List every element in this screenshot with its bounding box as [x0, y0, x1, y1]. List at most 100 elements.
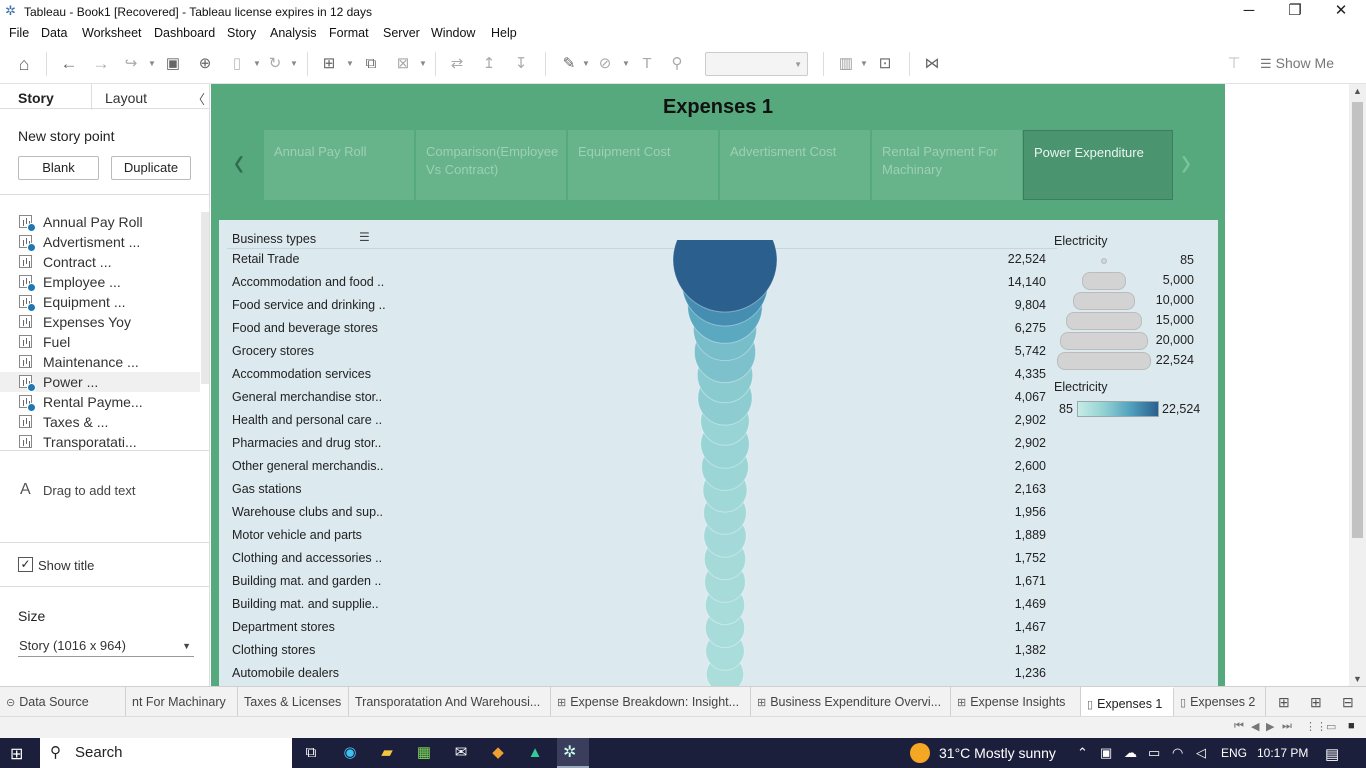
menu-story[interactable]: Story [227, 26, 256, 40]
row-label[interactable]: Retail Trade [232, 252, 299, 266]
pin-icon[interactable]: ⚲ [667, 54, 687, 74]
sheet-tab[interactable]: ⊞ Business Expenditure Overvi... [751, 687, 951, 717]
show-cards-icon[interactable]: ▥ [836, 54, 856, 74]
highlight-icon[interactable]: ✎ [559, 54, 579, 74]
tab-layout[interactable]: Layout [105, 90, 147, 106]
row-label[interactable]: Health and personal care .. [232, 413, 382, 427]
fit-dropdown[interactable]: ▼ [705, 52, 808, 76]
mail-icon[interactable]: ✉ [450, 742, 472, 764]
sheet-tab[interactable]: ▯ Expenses 2 [1174, 687, 1266, 717]
row-label[interactable]: Accommodation services [232, 367, 371, 381]
new-worksheet-icon[interactable]: ⊞ [319, 54, 339, 74]
row-label[interactable]: Building mat. and garden .. [232, 574, 381, 588]
clock[interactable]: 10:17 PM [1257, 746, 1308, 760]
app-icon[interactable]: ◆ [487, 742, 509, 764]
story-point[interactable]: Equipment Cost [568, 130, 718, 200]
sheet-tab[interactable]: Taxes & Licenses [238, 687, 349, 717]
weather-text[interactable]: 31°C Mostly sunny [939, 745, 1056, 761]
collapse-pane-icon[interactable]: 〈 [192, 89, 205, 108]
row-label[interactable]: General merchandise stor.. [232, 390, 382, 404]
prev-sheet-icon[interactable]: ◀ [1251, 720, 1259, 733]
menu-file[interactable]: File [9, 26, 29, 40]
minimize-button[interactable]: ─ [1226, 0, 1272, 24]
menu-window[interactable]: Window [431, 26, 475, 40]
sort-ascending-icon[interactable]: ↥ [479, 54, 499, 74]
sort-descending-icon[interactable]: ↧ [511, 54, 531, 74]
next-sheet-icon[interactable]: ▶ [1266, 720, 1274, 733]
previous-story-point-icon[interactable]: ‹ [234, 139, 244, 187]
row-label[interactable]: Accommodation and food .. [232, 275, 384, 289]
file-explorer-icon[interactable]: ▰ [376, 742, 398, 764]
sheet-item[interactable]: Employee ... [0, 272, 200, 292]
scrollbar-thumb[interactable] [1352, 102, 1363, 538]
language-indicator[interactable]: ENG [1221, 746, 1247, 760]
row-label[interactable]: Automobile dealers [232, 666, 339, 680]
menu-worksheet[interactable]: Worksheet [82, 26, 142, 40]
row-label[interactable]: Clothing stores [232, 643, 315, 657]
meet-now-icon[interactable]: ▣ [1100, 745, 1112, 761]
maximize-button[interactable]: ❐ [1272, 0, 1318, 24]
row-label[interactable]: Gas stations [232, 482, 301, 496]
sheet-item[interactable]: Transporatati... [0, 432, 200, 452]
redo-icon[interactable]: → [91, 54, 111, 74]
sheet-tab[interactable]: Transporatation And Warehousi... [349, 687, 551, 717]
row-label[interactable]: Pharmacies and drug stor.. [232, 436, 381, 450]
next-story-point-icon[interactable]: › [1181, 139, 1191, 187]
labels-icon[interactable]: T [637, 54, 657, 74]
sheet-item[interactable]: Advertisment ... [0, 232, 200, 252]
edge-icon[interactable]: ◉ [339, 742, 361, 764]
sheet-tab[interactable]: ⊝ Data Source [0, 687, 126, 717]
row-label[interactable]: Food service and drinking .. [232, 298, 386, 312]
sheet-tab[interactable]: nt For Machinary [126, 687, 238, 717]
sheet-tab[interactable]: ⊞ Expense Insights [951, 687, 1081, 717]
menu-analysis[interactable]: Analysis [270, 26, 317, 40]
paste-icon[interactable]: ▯ [227, 54, 247, 74]
home-icon[interactable]: ⌂ [14, 54, 34, 74]
task-view-icon[interactable]: ⧉ [300, 742, 322, 764]
taskbar-search[interactable]: ⚲ Search [40, 738, 292, 768]
replay-icon[interactable]: ↪ [121, 54, 141, 74]
new-dashboard-tab-icon[interactable]: ⊞ [1310, 694, 1322, 711]
row-label[interactable]: Grocery stores [232, 344, 314, 358]
new-worksheet-tab-icon[interactable]: ⊞ [1278, 694, 1290, 711]
scroll-up-icon[interactable]: ▲ [1353, 86, 1362, 96]
sheet-item[interactable]: Fuel [0, 332, 200, 352]
show-tabs-icon[interactable]: ▭ [1326, 720, 1336, 733]
row-label[interactable]: Motor vehicle and parts [232, 528, 362, 542]
refresh-icon[interactable]: ↻ [265, 54, 285, 74]
story-point[interactable]: Annual Pay Roll [264, 130, 414, 200]
tray-chevron-icon[interactable]: ⌃ [1077, 745, 1088, 761]
scroll-down-icon[interactable]: ▼ [1353, 674, 1362, 684]
chart-app-icon[interactable]: ▲ [524, 742, 546, 764]
drag-to-add-text[interactable]: Drag to add text [43, 483, 136, 498]
group-icon[interactable]: ⊘ [595, 54, 615, 74]
story-point[interactable]: Advertisment Cost [720, 130, 870, 200]
size-select[interactable]: Story (1016 x 964) ▼ [18, 635, 194, 657]
sheet-item[interactable]: Maintenance ... [0, 352, 200, 372]
duplicate-button[interactable]: Duplicate [111, 156, 191, 180]
row-label[interactable]: Department stores [232, 620, 335, 634]
presentation-mode-icon[interactable]: ⊡ [875, 54, 895, 74]
new-story-tab-icon[interactable]: ⊟ [1342, 694, 1354, 711]
store-icon[interactable]: ▦ [413, 742, 435, 764]
show-filmstrip-icon[interactable]: ⋮⋮ [1305, 720, 1327, 733]
menu-help[interactable]: Help [491, 26, 517, 40]
row-label[interactable]: Clothing and accessories .. [232, 551, 382, 565]
sheet-item[interactable]: Equipment ... [0, 292, 200, 312]
first-sheet-icon[interactable]: ⏮ [1234, 720, 1244, 733]
save-icon[interactable]: ▣ [163, 54, 183, 74]
windows-start-icon[interactable]: ⊞ [10, 744, 23, 764]
vertical-scrollbar[interactable]: ▲ ▼ [1349, 84, 1366, 686]
sheet-list-scrollbar[interactable] [201, 212, 209, 384]
format-painter-icon[interactable]: ⊤ [1224, 54, 1244, 74]
sort-icon[interactable]: ☰ [359, 230, 370, 244]
row-label[interactable]: Building mat. and supplie.. [232, 597, 379, 611]
show-title-checkbox[interactable]: ✓ [18, 557, 33, 572]
weather-icon[interactable] [910, 743, 930, 763]
blank-button[interactable]: Blank [18, 156, 99, 180]
column-header-business-types[interactable]: Business types [232, 232, 316, 246]
volume-icon[interactable]: ◁ [1196, 745, 1206, 761]
menu-server[interactable]: Server [383, 26, 420, 40]
story-point[interactable]: Power Expenditure [1023, 130, 1173, 200]
sheet-item[interactable]: Annual Pay Roll [0, 212, 200, 232]
